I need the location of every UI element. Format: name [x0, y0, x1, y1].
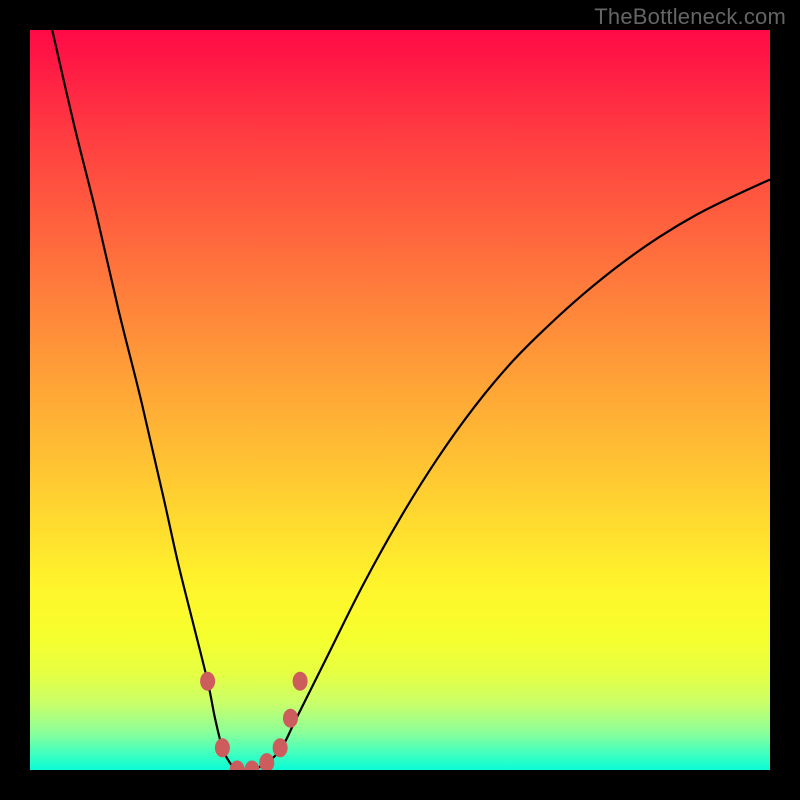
curve-markers	[201, 672, 308, 770]
curve-marker	[283, 709, 297, 727]
curve-marker	[230, 761, 244, 770]
curve-marker	[260, 754, 274, 770]
chart-plot-area	[30, 30, 770, 770]
watermark-text: TheBottleneck.com	[594, 4, 786, 30]
curve-marker	[201, 672, 215, 690]
curve-marker	[215, 739, 229, 757]
curve-marker	[273, 739, 287, 757]
chart-frame: TheBottleneck.com	[0, 0, 800, 800]
curve-marker	[245, 761, 259, 770]
chart-svg	[30, 30, 770, 770]
curve-marker	[293, 672, 307, 690]
curve-line	[52, 30, 770, 770]
